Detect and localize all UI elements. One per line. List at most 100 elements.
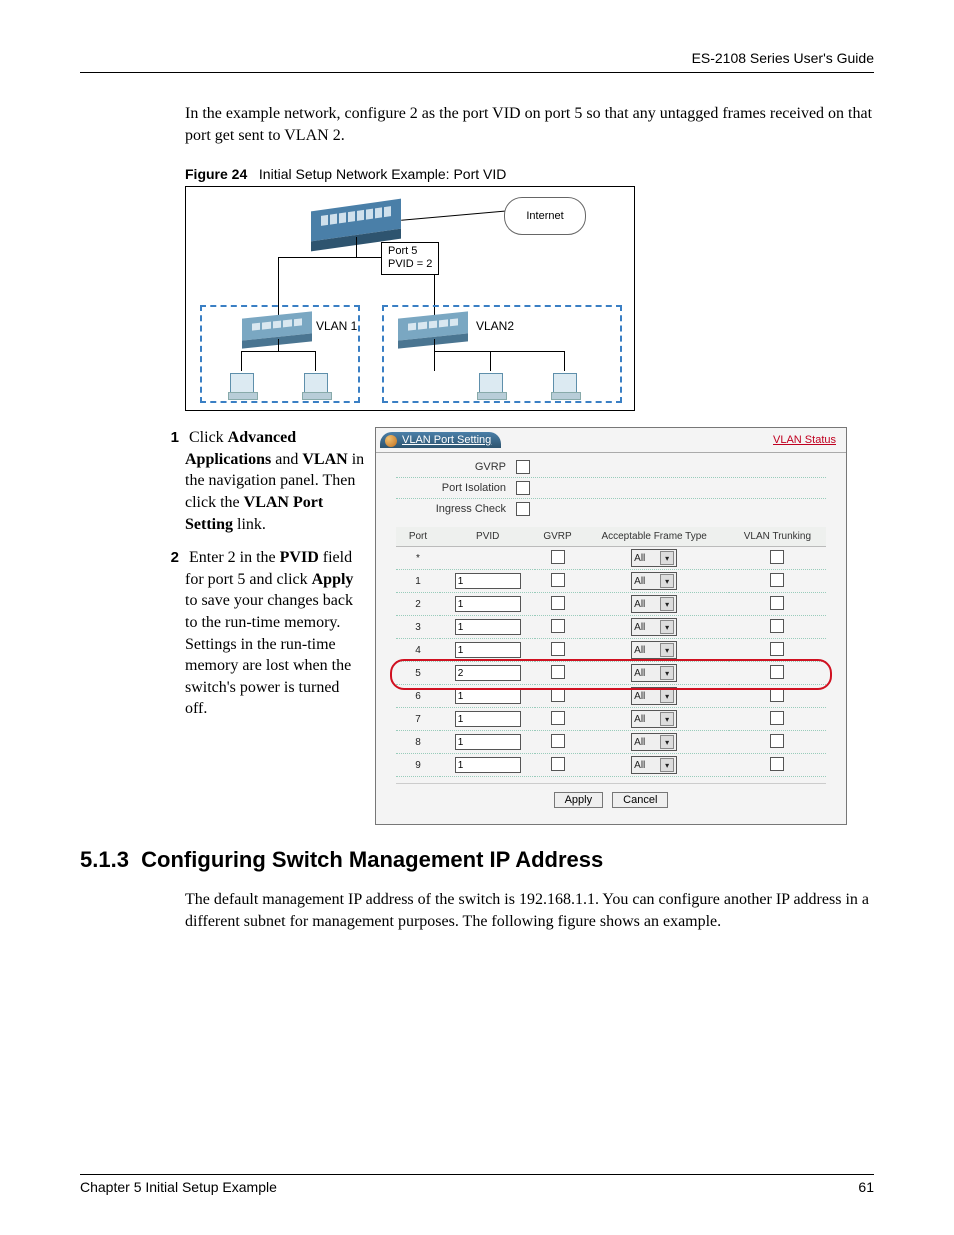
pvid-input[interactable] — [455, 734, 521, 750]
pvid-cell — [440, 547, 535, 570]
pvid-cell — [440, 731, 535, 754]
trunk-row-checkbox[interactable] — [770, 550, 784, 564]
gvrp-checkbox[interactable] — [516, 460, 530, 474]
gvrp-row-checkbox[interactable] — [551, 596, 565, 610]
gvrp-row-checkbox[interactable] — [551, 642, 565, 656]
trunk-row-checkbox[interactable] — [770, 734, 784, 748]
aft-cell: All▾ — [580, 616, 729, 639]
trunk-row-checkbox[interactable] — [770, 665, 784, 679]
aft-select[interactable]: All▾ — [631, 710, 677, 728]
gvrp-cell — [535, 754, 579, 777]
pvid-input[interactable] — [455, 619, 521, 635]
aft-select[interactable]: All▾ — [631, 687, 677, 705]
pvid-input[interactable] — [455, 596, 521, 612]
link-line — [434, 351, 490, 352]
pvid-input[interactable] — [455, 665, 521, 681]
col-trunk: VLAN Trunking — [729, 527, 826, 547]
option-row-isolation: Port Isolation — [396, 480, 826, 496]
aft-select[interactable]: All▾ — [631, 756, 677, 774]
gvrp-cell — [535, 708, 579, 731]
aft-cell: All▾ — [580, 662, 729, 685]
link-line — [434, 351, 435, 371]
section-paragraph: The default management IP address of the… — [185, 889, 874, 932]
trunk-row-checkbox[interactable] — [770, 711, 784, 725]
table-row: 9All▾ — [396, 754, 826, 777]
aft-select[interactable]: All▾ — [631, 664, 677, 682]
section-heading: 5.1.3 Configuring Switch Management IP A… — [80, 847, 874, 873]
trunk-row-checkbox[interactable] — [770, 573, 784, 587]
network-diagram: Internet Port 5 PVID = 2 VLAN 1 VLAN2 — [185, 186, 635, 411]
gvrp-row-checkbox[interactable] — [551, 734, 565, 748]
section-number: 5.1.3 — [80, 847, 129, 872]
trunk-row-checkbox[interactable] — [770, 688, 784, 702]
footer-page-number: 61 — [858, 1179, 874, 1195]
gvrp-row-checkbox[interactable] — [551, 665, 565, 679]
aft-select[interactable]: All▾ — [631, 572, 677, 590]
link-line — [434, 339, 435, 351]
pc-icon — [553, 373, 577, 393]
table-row: 8 All▾ — [396, 731, 826, 754]
pvid-input[interactable] — [455, 642, 521, 658]
apply-button[interactable]: Apply — [554, 792, 604, 808]
chevron-down-icon: ▾ — [660, 643, 674, 657]
gvrp-row-checkbox[interactable] — [551, 757, 565, 771]
port-cell: 8 — [396, 731, 440, 754]
link-line — [278, 339, 279, 351]
pc-icon — [479, 373, 503, 393]
port-isolation-checkbox[interactable] — [516, 481, 530, 495]
gvrp-row-checkbox[interactable] — [551, 688, 565, 702]
gvrp-cell — [535, 616, 579, 639]
trunk-cell — [729, 616, 826, 639]
intro-paragraph: In the example network, configure 2 as t… — [185, 103, 874, 146]
trunk-row-checkbox[interactable] — [770, 619, 784, 633]
internet-label: Internet — [526, 210, 563, 222]
aft-select[interactable]: All▾ — [631, 549, 677, 567]
pvid-input[interactable] — [455, 757, 521, 773]
chevron-down-icon: ▾ — [660, 666, 674, 680]
gvrp-row-checkbox[interactable] — [551, 573, 565, 587]
chevron-down-icon: ▾ — [660, 712, 674, 726]
trunk-row-checkbox[interactable] — [770, 757, 784, 771]
pvid-input[interactable] — [455, 573, 521, 589]
port-cell: 4 — [396, 639, 440, 662]
table-row: 7 All▾ — [396, 708, 826, 731]
port-cell: 7 — [396, 708, 440, 731]
vlan2-label: VLAN2 — [476, 319, 514, 333]
gvrp-cell — [535, 547, 579, 570]
gvrp-row-checkbox[interactable] — [551, 550, 565, 564]
pvid-input[interactable] — [455, 688, 521, 704]
pvid-input[interactable] — [455, 711, 521, 727]
chevron-down-icon: ▾ — [660, 735, 674, 749]
chevron-down-icon: ▾ — [660, 574, 674, 588]
trunk-cell — [729, 593, 826, 616]
aft-select[interactable]: All▾ — [631, 641, 677, 659]
trunk-row-checkbox[interactable] — [770, 642, 784, 656]
link-line — [356, 237, 357, 257]
aft-select[interactable]: All▾ — [631, 595, 677, 613]
col-aft: Acceptable Frame Type — [580, 527, 729, 547]
gvrp-cell — [535, 731, 579, 754]
gvrp-row-checkbox[interactable] — [551, 711, 565, 725]
cancel-button[interactable]: Cancel — [612, 792, 668, 808]
pvid-cell — [440, 570, 535, 593]
gvrp-row-checkbox[interactable] — [551, 619, 565, 633]
trunk-cell — [729, 731, 826, 754]
pc-icon — [304, 373, 328, 393]
gvrp-cell — [535, 685, 579, 708]
ingress-check-checkbox[interactable] — [516, 502, 530, 516]
aft-cell: All▾ — [580, 708, 729, 731]
trunk-row-checkbox[interactable] — [770, 596, 784, 610]
panel-tab[interactable]: VLAN Port Setting — [380, 432, 501, 448]
step-2: 2 Enter 2 in the PVID field for port 5 a… — [185, 547, 365, 720]
link-line — [241, 351, 315, 352]
header-rule — [80, 72, 874, 73]
port-table: Port PVID GVRP Acceptable Frame Type VLA… — [396, 527, 826, 777]
aft-select[interactable]: All▾ — [631, 733, 677, 751]
chevron-down-icon: ▾ — [660, 620, 674, 634]
port-label-box: Port 5 PVID = 2 — [381, 242, 439, 274]
aft-cell: All▾ — [580, 547, 729, 570]
aft-select[interactable]: All▾ — [631, 618, 677, 636]
vlan-status-link[interactable]: VLAN Status — [773, 434, 836, 446]
step-1: 1 Click Advanced Applications and VLAN i… — [185, 427, 365, 535]
option-label: GVRP — [396, 461, 516, 473]
